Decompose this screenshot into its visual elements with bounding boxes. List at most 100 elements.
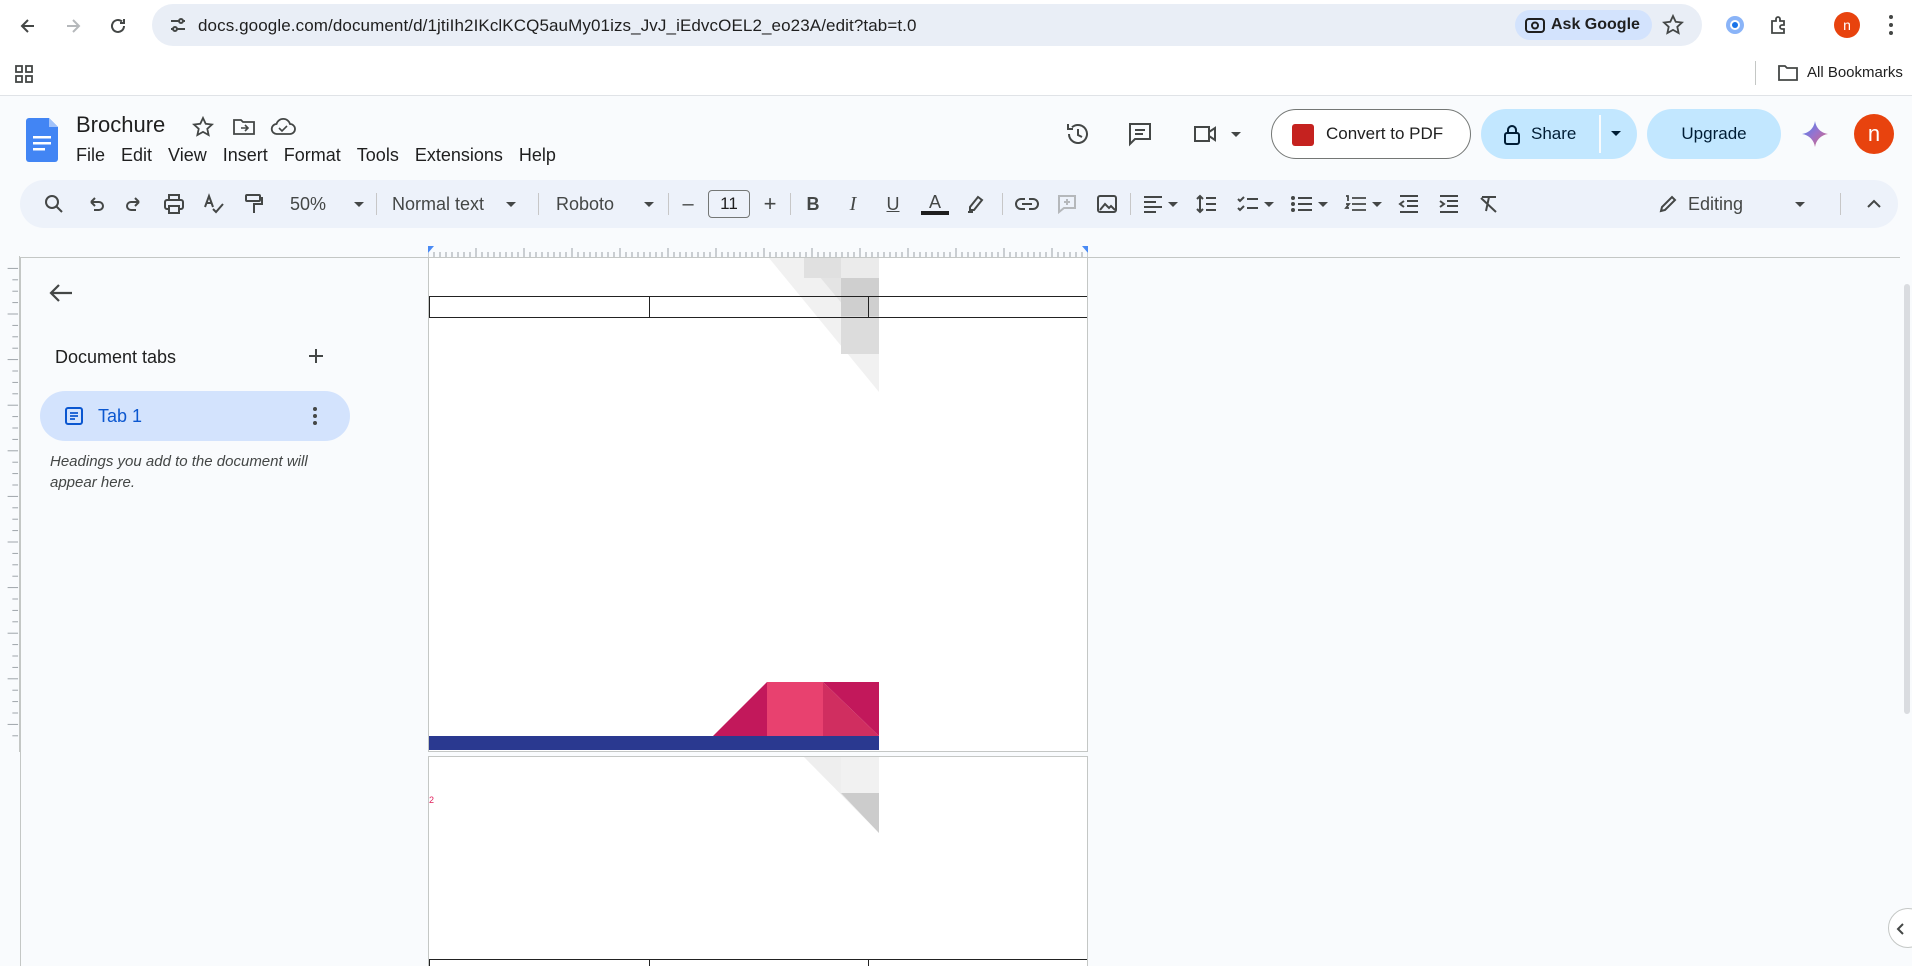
convert-to-pdf-label: Convert to PDF: [1326, 124, 1444, 143]
align-dropdown[interactable]: [1140, 190, 1180, 218]
document-page[interactable]: [428, 258, 1088, 752]
account-avatar[interactable]: n: [1854, 114, 1894, 154]
spellcheck-icon[interactable]: [200, 190, 228, 218]
ask-google-button[interactable]: Ask Google: [1515, 10, 1652, 40]
move-folder-icon[interactable]: [232, 116, 256, 138]
numbered-list-dropdown[interactable]: [1340, 190, 1386, 218]
all-bookmarks-button[interactable]: All Bookmarks: [1777, 61, 1903, 85]
extensions-puzzle-icon[interactable]: [1766, 12, 1792, 38]
decrease-font-size-button[interactable]: –: [676, 190, 700, 218]
brochure-artwork: [804, 757, 879, 833]
version-history-icon[interactable]: [1062, 118, 1094, 150]
font-family-select[interactable]: Roboto: [556, 190, 676, 218]
layout-table[interactable]: [429, 959, 1087, 966]
add-tab-icon[interactable]: [306, 346, 326, 366]
checklist-icon: [1237, 196, 1258, 212]
star-icon[interactable]: [192, 116, 214, 138]
insert-image-icon[interactable]: [1092, 190, 1122, 218]
menu-format[interactable]: Format: [276, 142, 349, 169]
browser-toolbar: docs.google.com/document/d/1jtiIh2IKclKC…: [0, 0, 1912, 51]
italic-button[interactable]: I: [840, 190, 866, 218]
share-options-caret-icon[interactable]: [1611, 131, 1621, 136]
menu-file[interactable]: File: [68, 142, 113, 169]
toolbar-divider: [538, 193, 539, 215]
chevron-left-icon: [1896, 923, 1904, 935]
bold-button[interactable]: B: [800, 190, 826, 218]
checklist-caret-icon: [1264, 201, 1274, 207]
tab-label: Tab 1: [98, 406, 143, 426]
increase-indent-icon[interactable]: [1434, 190, 1464, 218]
cloud-status-icon[interactable]: [270, 116, 296, 138]
document-tabs-title: Document tabs: [55, 347, 177, 367]
browser-menu-icon[interactable]: [1888, 14, 1894, 36]
menu-extensions[interactable]: Extensions: [407, 142, 511, 169]
editing-mode-dropdown[interactable]: Editing: [1658, 190, 1806, 218]
share-button[interactable]: Share: [1481, 109, 1599, 159]
comments-icon[interactable]: [1124, 118, 1156, 150]
tab-options-icon[interactable]: [312, 406, 318, 426]
checklist-dropdown[interactable]: [1232, 190, 1278, 218]
layout-table[interactable]: [429, 296, 1087, 318]
convert-to-pdf-button[interactable]: Convert to PDF: [1271, 109, 1471, 159]
editing-caret-icon: [1795, 201, 1806, 207]
forward-icon[interactable]: [59, 12, 87, 40]
site-settings-icon[interactable]: [168, 15, 188, 35]
hide-menus-icon[interactable]: [1862, 190, 1886, 218]
meet-dropdown[interactable]: [1190, 118, 1242, 150]
right-indent-marker-icon: [1082, 246, 1088, 253]
lens-icon: [1525, 18, 1545, 33]
increase-font-size-button[interactable]: +: [758, 190, 782, 218]
reload-icon[interactable]: [104, 12, 132, 40]
document-title[interactable]: Brochure: [76, 112, 165, 138]
decrease-indent-icon[interactable]: [1394, 190, 1424, 218]
menu-view[interactable]: View: [160, 142, 215, 169]
font-size-input[interactable]: 11: [708, 190, 750, 218]
bulleted-list-dropdown[interactable]: [1286, 190, 1332, 218]
text-color-button[interactable]: A: [920, 190, 950, 218]
all-bookmarks-label: All Bookmarks: [1807, 64, 1903, 81]
menu-bar: File Edit View Insert Format Tools Exten…: [68, 142, 564, 169]
document-page[interactable]: 2: [428, 756, 1088, 966]
address-bar[interactable]: docs.google.com/document/d/1jtiIh2IKclKC…: [152, 4, 1702, 46]
bookmark-star-icon[interactable]: [1662, 14, 1684, 36]
clear-formatting-icon[interactable]: [1474, 190, 1504, 218]
browser-profile-avatar[interactable]: n: [1834, 12, 1860, 38]
menu-edit[interactable]: Edit: [113, 142, 160, 169]
zoom-value: 50%: [289, 193, 327, 214]
vertical-ruler[interactable]: [0, 256, 20, 752]
underline-button[interactable]: U: [880, 190, 906, 218]
url-text[interactable]: docs.google.com/document/d/1jtiIh2IKclKC…: [198, 16, 917, 36]
undo-icon[interactable]: [82, 190, 110, 218]
menu-insert[interactable]: Insert: [215, 142, 276, 169]
search-menus-icon[interactable]: [40, 190, 68, 218]
paint-format-icon[interactable]: [240, 190, 268, 218]
line-spacing-icon[interactable]: [1192, 190, 1222, 218]
extension-shield-icon[interactable]: [1722, 12, 1748, 38]
insert-link-icon[interactable]: [1012, 190, 1042, 218]
share-button-group: Share: [1481, 109, 1637, 159]
share-divider: [1599, 115, 1601, 153]
add-comment-icon[interactable]: [1052, 190, 1082, 218]
sidebar-item-tab-1[interactable]: Tab 1: [40, 391, 350, 441]
paragraph-style-value: Normal text: [392, 193, 485, 214]
gemini-spark-icon[interactable]: [1801, 120, 1829, 148]
vertical-scrollbar[interactable]: [1904, 284, 1910, 714]
formatting-toolbar: 50% Normal text Roboto – 11 + B I U A Ed…: [20, 180, 1898, 228]
print-icon[interactable]: [160, 190, 188, 218]
highlight-color-icon[interactable]: [960, 190, 990, 218]
back-arrow-icon[interactable]: [48, 282, 74, 304]
docs-logo-icon[interactable]: [26, 118, 58, 162]
menu-tools[interactable]: Tools: [349, 142, 407, 169]
zoom-select[interactable]: 50%: [282, 190, 372, 218]
paragraph-style-select[interactable]: Normal text: [392, 190, 542, 218]
bookmarks-bar: All Bookmarks: [0, 51, 1912, 96]
menu-help[interactable]: Help: [511, 142, 564, 169]
horizontal-ruler[interactable]: [428, 244, 1088, 258]
redo-icon[interactable]: [120, 190, 148, 218]
upgrade-button[interactable]: Upgrade: [1647, 109, 1781, 159]
back-icon[interactable]: [14, 12, 42, 40]
apps-grid-icon[interactable]: [14, 64, 34, 84]
video-call-icon: [1194, 126, 1216, 142]
docs-header: Brochure File Edit View Insert Format To…: [0, 96, 1912, 174]
toolbar-divider: [1840, 193, 1841, 215]
